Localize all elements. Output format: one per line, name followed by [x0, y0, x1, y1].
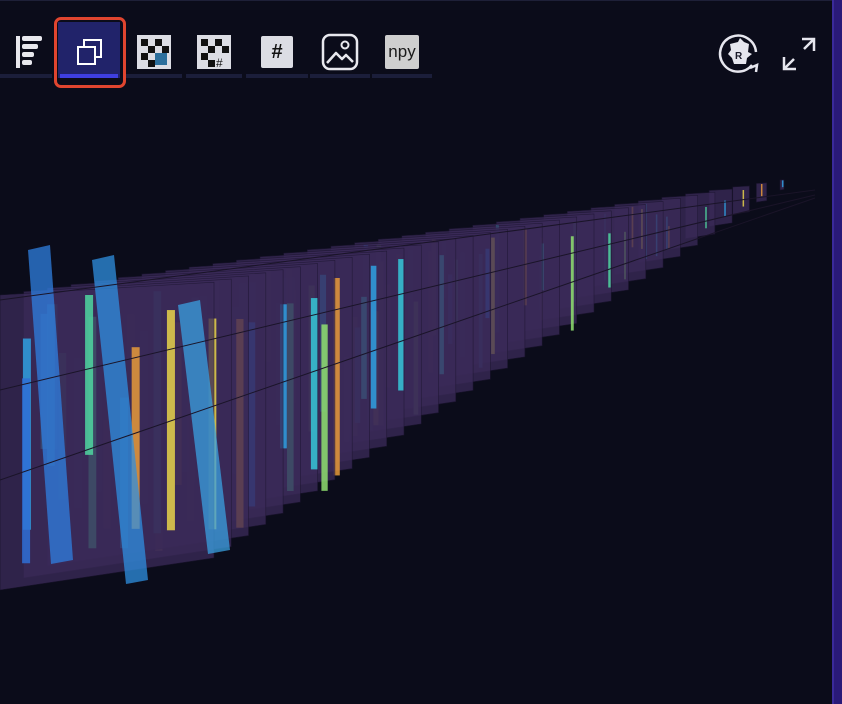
hash-icon: #: [261, 36, 293, 68]
slice-stack: [0, 179, 816, 591]
reset-rotation-icon: R: [718, 34, 759, 73]
stacked-squares-icon: [77, 39, 102, 65]
image-icon: [321, 33, 359, 71]
feature-map-3d-visualization[interactable]: [0, 90, 832, 704]
checker-view-button[interactable]: [126, 28, 182, 78]
grid-number-view-button[interactable]: #: [246, 28, 308, 78]
view-toolbar: # # npy: [0, 16, 440, 80]
svg-text:#: #: [216, 56, 223, 69]
checkerboard-icon: [137, 35, 171, 69]
image-view-button[interactable]: [310, 28, 370, 78]
npy-icon: npy: [385, 35, 419, 69]
list-bars-icon: [16, 36, 42, 68]
top-divider: [0, 0, 832, 1]
reset-badge-label: R: [735, 51, 743, 62]
checkerboard-hash-icon: #: [197, 35, 231, 69]
right-panel-edge: [832, 0, 842, 704]
npy-export-button[interactable]: npy: [372, 28, 432, 78]
expand-arrows-icon: [782, 37, 816, 71]
layers-list-button[interactable]: [0, 28, 52, 78]
reset-rotation-button[interactable]: R: [716, 32, 766, 80]
npy-label: npy: [388, 42, 416, 61]
viewport-controls: R: [716, 32, 818, 80]
hash-label: #: [271, 40, 283, 63]
checker-grid-view-button[interactable]: #: [186, 28, 242, 78]
fullscreen-button[interactable]: [780, 35, 818, 77]
volume-3d-view-button[interactable]: [56, 22, 122, 78]
